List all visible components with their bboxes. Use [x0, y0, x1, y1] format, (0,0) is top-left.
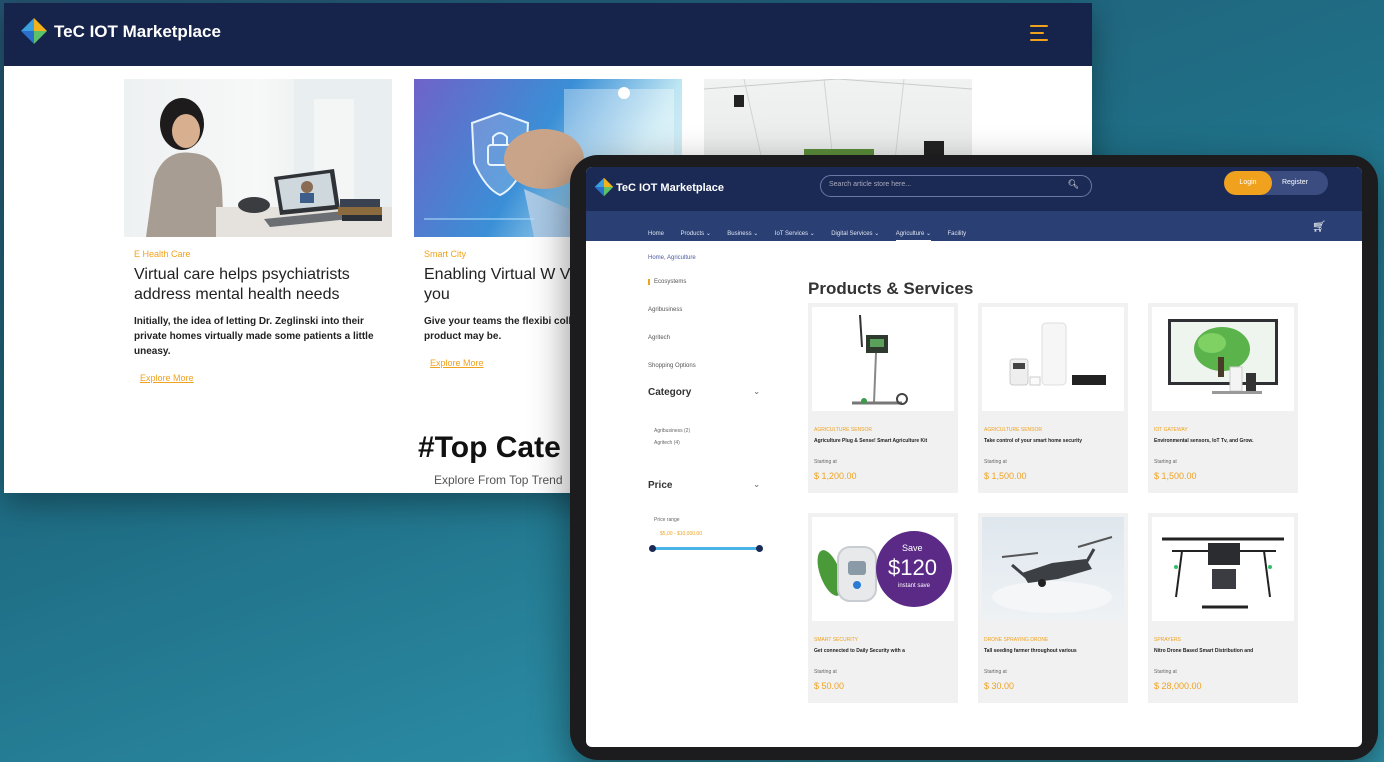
product-name[interactable]: Agriculture Plug & Sense! Smart Agricult… [814, 437, 952, 445]
price-filter-header[interactable]: Price ⌄ [648, 480, 768, 491]
sidebar-item-ecosystems[interactable]: Ecosystems [648, 279, 768, 285]
product-category: AGRICULTURE SENSOR [984, 427, 1042, 433]
product-name[interactable]: Environmental sensors, IoT Tv, and Grow. [1154, 437, 1292, 445]
product-price: $ 28,000.00 [1154, 681, 1202, 691]
product-name[interactable]: Nitro Drone Based Smart Distribution and [1154, 647, 1292, 655]
promo-amount: $120 [888, 555, 937, 580]
product-name[interactable]: Tall seeding farmer throughout various [984, 647, 1122, 655]
explore-more-link[interactable]: Explore More [430, 358, 484, 368]
product-image-environment-sensors [1152, 307, 1294, 411]
product-category: SPRAYERS [1154, 637, 1181, 643]
category-option[interactable]: Agritech (4) [654, 440, 768, 446]
brand-name[interactable]: TeC IOT Marketplace [54, 22, 221, 42]
nav-products[interactable]: Products ⌄ [680, 230, 710, 237]
promo-save-label: Save [902, 543, 923, 553]
nav-digital-services[interactable]: Digital Services ⌄ [831, 230, 879, 237]
sidebar-item-agribusiness[interactable]: Agribusiness [648, 307, 768, 313]
chevron-down-icon[interactable]: ⌄ [753, 387, 760, 396]
product-card[interactable]: SPRAYERS Nitro Drone Based Smart Distrib… [1148, 513, 1298, 703]
tablet-screen: TeC IOT Marketplace Search article store… [586, 167, 1362, 747]
product-card[interactable]: AGRICULTURE SENSOR Agriculture Plug & Se… [808, 303, 958, 493]
product-category: IOT GATEWAY [1154, 427, 1188, 433]
article-card[interactable]: E Health Care Virtual care helps psychia… [124, 79, 392, 386]
product-price: $ 1,500.00 [984, 471, 1027, 481]
nav-home[interactable]: Home [648, 231, 664, 237]
product-category: AGRICULTURE SENSOR [814, 427, 872, 433]
category-filter-header[interactable]: Category ⌄ [648, 387, 768, 398]
product-image-home-security [982, 307, 1124, 411]
explore-more-link[interactable]: Explore More [140, 373, 194, 383]
product-starting-label: Starting at [814, 459, 837, 465]
product-starting-label: Starting at [1154, 459, 1177, 465]
card-title[interactable]: Virtual care helps psychiatrists address… [134, 265, 389, 305]
promo-subtext: instant save [898, 583, 931, 589]
product-image-security-promo: Save $120 instant save [812, 517, 954, 621]
section-title: #Top Cate [418, 431, 561, 464]
price-heading: Price [648, 480, 673, 491]
product-price: $ 30.00 [984, 681, 1015, 691]
product-price: $ 1,200.00 [814, 471, 857, 481]
search-placeholder: Search article store here... [829, 181, 912, 188]
category-option[interactable]: Agribusiness (2) [654, 428, 768, 434]
tablet-header: TeC IOT Marketplace Search article store… [586, 167, 1362, 211]
price-range-label: Price range [654, 517, 680, 523]
section-subtitle: Explore From Top Trend [434, 473, 563, 487]
product-card[interactable]: AGRICULTURE SENSOR Take control of your … [978, 303, 1128, 493]
card-image-telehealth [124, 79, 392, 237]
product-name[interactable]: Get connected to Daily Security with a [814, 647, 952, 655]
card-category: E Health Care [134, 249, 191, 259]
filter-sidebar: Ecosystems Agribusiness Agritech Shoppin… [648, 279, 768, 552]
price-range-value: $5,00 - $10,000.00 [660, 531, 702, 537]
product-starting-label: Starting at [814, 669, 837, 675]
login-button[interactable]: Login [1224, 171, 1272, 195]
product-starting-label: Starting at [984, 459, 1007, 465]
nav-business[interactable]: Business ⌄ [727, 230, 758, 237]
cart-icon[interactable]: 🛒︎ [1312, 220, 1326, 233]
sidebar-item-shopping-options[interactable]: Shopping Options [648, 363, 768, 369]
desktop-header: TeC IOT Marketplace [4, 3, 1092, 66]
product-image-sprayer-drone [1152, 517, 1294, 621]
breadcrumb[interactable]: Home, Agriculture [648, 255, 696, 261]
main-nav: Home Products ⌄ Business ⌄ IoT Services … [586, 211, 1362, 241]
product-category: SMART SECURITY [814, 637, 858, 643]
product-price: $ 1,500.00 [1154, 471, 1197, 481]
product-card[interactable]: IOT GATEWAY Environmental sensors, IoT T… [1148, 303, 1298, 493]
product-card[interactable]: DRONE SPRAYING DRONE Tall seeding farmer… [978, 513, 1128, 703]
tablet-device: TeC IOT Marketplace Search article store… [570, 155, 1378, 760]
hamburger-icon[interactable] [1030, 25, 1048, 41]
product-category: DRONE SPRAYING DRONE [984, 637, 1049, 643]
chevron-down-icon[interactable]: ⌄ [753, 480, 760, 489]
brand-name[interactable]: TeC IOT Marketplace [616, 182, 724, 194]
brand-logo-icon[interactable] [594, 177, 614, 197]
page-title: Products & Services [808, 279, 974, 298]
nav-facility[interactable]: Facility [948, 231, 967, 237]
product-name[interactable]: Take control of your smart home security [984, 437, 1122, 445]
brand-logo-icon[interactable] [20, 17, 48, 45]
product-image-drone [982, 517, 1124, 621]
product-starting-label: Starting at [984, 669, 1007, 675]
product-image-sensor-kit [812, 307, 954, 411]
search-icon[interactable]: 🔍︎ [1068, 179, 1079, 190]
price-range-slider[interactable] [649, 545, 763, 552]
card-description: Initially, the idea of letting Dr. Zegli… [134, 316, 374, 357]
category-heading: Category [648, 387, 692, 398]
search-input[interactable]: Search article store here... 🔍︎ [820, 175, 1092, 197]
nav-agriculture[interactable]: Agriculture ⌄ [895, 230, 932, 241]
sidebar-item-agritech[interactable]: Agritech [648, 335, 768, 341]
product-card[interactable]: Save $120 instant save SMART SECURITY Ge… [808, 513, 958, 703]
product-starting-label: Starting at [1154, 669, 1177, 675]
product-price: $ 50.00 [814, 681, 845, 691]
nav-iot-services[interactable]: IoT Services ⌄ [775, 230, 815, 237]
